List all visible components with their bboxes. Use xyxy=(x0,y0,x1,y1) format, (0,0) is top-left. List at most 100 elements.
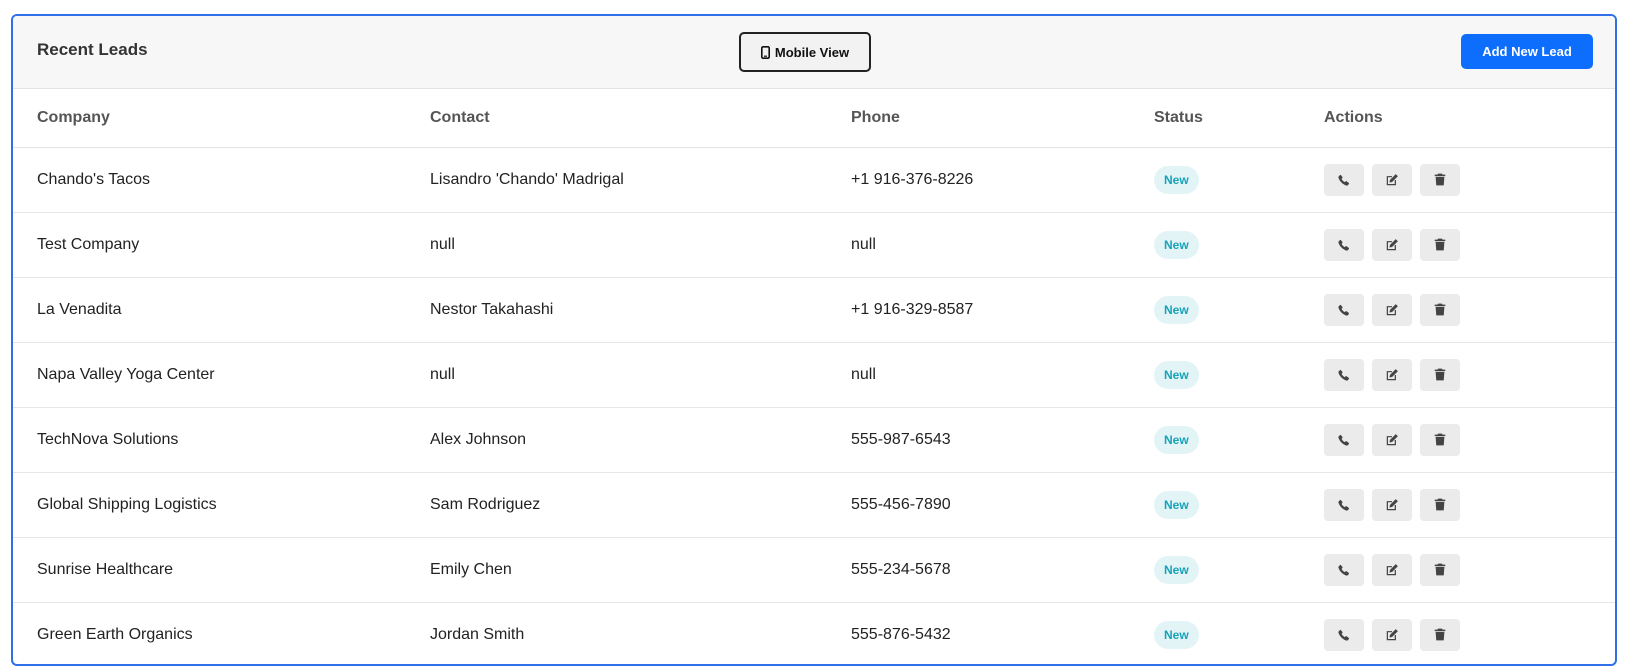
column-header-company: Company xyxy=(13,89,430,148)
edit-button[interactable] xyxy=(1372,553,1412,586)
delete-button[interactable] xyxy=(1420,488,1460,521)
status-badge: New xyxy=(1154,425,1199,454)
cell-phone: +1 916-329-8587 xyxy=(851,277,1154,343)
leads-table: Company Contact Phone Status Actions Cha… xyxy=(13,89,1615,664)
edit-button[interactable] xyxy=(1372,163,1412,196)
row-actions xyxy=(1324,553,1615,586)
delete-button[interactable] xyxy=(1420,618,1460,651)
table-row: TechNova Solutions Alex Johnson 555-987-65… xyxy=(13,407,1615,473)
table-row: Green Earth Organics Jordan Smith 555-876-… xyxy=(13,602,1615,664)
trash-icon xyxy=(1434,368,1446,381)
edit-button[interactable] xyxy=(1372,423,1412,456)
cell-actions xyxy=(1324,472,1615,538)
add-new-lead-button[interactable]: Add New Lead xyxy=(1461,34,1593,69)
row-actions xyxy=(1324,228,1615,261)
phone-icon xyxy=(1338,239,1350,251)
call-button[interactable] xyxy=(1324,423,1364,456)
trash-icon xyxy=(1434,238,1446,251)
delete-button[interactable] xyxy=(1420,358,1460,391)
cell-status: New xyxy=(1154,147,1324,213)
mobile-phone-icon xyxy=(760,45,770,59)
delete-button[interactable] xyxy=(1420,293,1460,326)
edit-icon xyxy=(1385,173,1399,187)
card-header: Recent Leads Mobile View Add New Lead xyxy=(13,16,1615,89)
cell-company: Test Company xyxy=(13,212,430,278)
edit-icon xyxy=(1385,368,1399,382)
delete-button[interactable] xyxy=(1420,228,1460,261)
mobile-view-button[interactable]: Mobile View xyxy=(739,32,871,72)
edit-icon xyxy=(1385,238,1399,252)
edit-button[interactable] xyxy=(1372,293,1412,326)
cell-company: La Venadita xyxy=(13,277,430,343)
cell-contact: Sam Rodriguez xyxy=(430,472,851,538)
cell-actions xyxy=(1324,342,1615,408)
cell-actions xyxy=(1324,277,1615,343)
edit-icon xyxy=(1385,433,1399,447)
row-actions xyxy=(1324,423,1615,456)
edit-button[interactable] xyxy=(1372,618,1412,651)
cell-status: New xyxy=(1154,537,1324,603)
table-row: Test Company null null New xyxy=(13,212,1615,278)
cell-status: New xyxy=(1154,277,1324,343)
cell-contact: Emily Chen xyxy=(430,537,851,603)
call-button[interactable] xyxy=(1324,488,1364,521)
cell-phone: +1 916-376-8226 xyxy=(851,147,1154,213)
trash-icon xyxy=(1434,628,1446,641)
row-actions xyxy=(1324,618,1615,651)
row-actions xyxy=(1324,163,1615,196)
phone-icon xyxy=(1338,564,1350,576)
delete-button[interactable] xyxy=(1420,163,1460,196)
column-header-phone: Phone xyxy=(851,89,1154,148)
edit-icon xyxy=(1385,498,1399,512)
delete-button[interactable] xyxy=(1420,423,1460,456)
status-badge: New xyxy=(1154,165,1199,194)
trash-icon xyxy=(1434,498,1446,511)
status-badge: New xyxy=(1154,295,1199,324)
edit-button[interactable] xyxy=(1372,228,1412,261)
edit-button[interactable] xyxy=(1372,488,1412,521)
cell-company: TechNova Solutions xyxy=(13,407,430,473)
edit-icon xyxy=(1385,628,1399,642)
trash-icon xyxy=(1434,303,1446,316)
cell-phone: null xyxy=(851,212,1154,278)
row-actions xyxy=(1324,488,1615,521)
status-badge: New xyxy=(1154,490,1199,519)
cell-contact: null xyxy=(430,212,851,278)
cell-status: New xyxy=(1154,602,1324,664)
cell-company: Global Shipping Logistics xyxy=(13,472,430,538)
trash-icon xyxy=(1434,173,1446,186)
cell-contact: Alex Johnson xyxy=(430,407,851,473)
trash-icon xyxy=(1434,563,1446,576)
cell-actions xyxy=(1324,212,1615,278)
row-actions xyxy=(1324,358,1615,391)
table-row: La Venadita Nestor Takahashi +1 916-329-85… xyxy=(13,277,1615,343)
table-header-row: Company Contact Phone Status Actions xyxy=(13,89,1615,148)
cell-actions xyxy=(1324,537,1615,603)
call-button[interactable] xyxy=(1324,618,1364,651)
cell-contact: Nestor Takahashi xyxy=(430,277,851,343)
call-button[interactable] xyxy=(1324,553,1364,586)
phone-icon xyxy=(1338,434,1350,446)
cell-phone: null xyxy=(851,342,1154,408)
call-button[interactable] xyxy=(1324,293,1364,326)
call-button[interactable] xyxy=(1324,358,1364,391)
call-button[interactable] xyxy=(1324,228,1364,261)
status-badge: New xyxy=(1154,230,1199,259)
edit-icon xyxy=(1385,303,1399,317)
phone-icon xyxy=(1338,304,1350,316)
edit-button[interactable] xyxy=(1372,358,1412,391)
cell-company: Sunrise Healthcare xyxy=(13,537,430,603)
call-button[interactable] xyxy=(1324,163,1364,196)
delete-button[interactable] xyxy=(1420,553,1460,586)
phone-icon xyxy=(1338,499,1350,511)
recent-leads-card: Recent Leads Mobile View Add New Lead Co… xyxy=(11,14,1617,666)
cell-status: New xyxy=(1154,472,1324,538)
cell-company: Napa Valley Yoga Center xyxy=(13,342,430,408)
column-header-contact: Contact xyxy=(430,89,851,148)
cell-actions xyxy=(1324,147,1615,213)
status-badge: New xyxy=(1154,555,1199,584)
status-badge: New xyxy=(1154,620,1199,649)
column-header-status: Status xyxy=(1154,89,1324,148)
table-row: Chando's Tacos Lisandro 'Chando' Madrigal… xyxy=(13,147,1615,213)
status-badge: New xyxy=(1154,360,1199,389)
